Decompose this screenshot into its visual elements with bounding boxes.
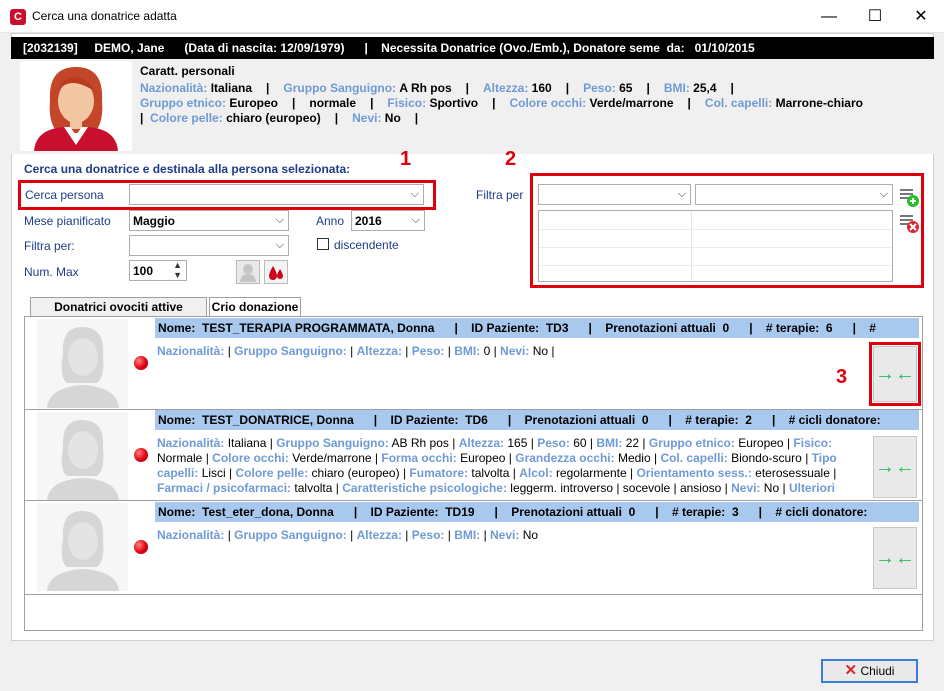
filter-list[interactable] (538, 210, 893, 282)
merge-arrows-icon: →← (875, 547, 915, 569)
annotation-3: 3 (836, 366, 848, 388)
row-divider (25, 594, 922, 595)
spin-up-icon[interactable]: ▲ (173, 260, 182, 270)
tab-crio-donazione[interactable]: Crio donazione (209, 297, 301, 317)
spin-down-icon[interactable]: ▼ (173, 270, 182, 280)
filtra-label: Filtra per: (24, 239, 75, 253)
chevron-down-icon: ⌵ (677, 188, 686, 200)
donor-row-1-details: Nazionalità: | Gruppo Sanguigno: | Altez… (157, 344, 555, 358)
anno-select[interactable]: 2016 ⌵ (351, 210, 425, 231)
chevron-down-icon: ⌵ (879, 188, 888, 200)
assign-donor-button-1[interactable]: →← (873, 346, 917, 402)
chevron-down-icon: ⌵ (275, 239, 284, 251)
donor-photo-2 (37, 412, 128, 500)
patient-header: [2032139] DEMO, Jane (Data di nascita: 1… (11, 37, 934, 59)
merge-arrows-icon: →← (875, 363, 915, 385)
personal-line-2: Gruppo etnico: Europeo | normale | Fisico: S… (140, 96, 863, 110)
nummax-spinner[interactable]: 100 ▲ ▼ (129, 260, 187, 281)
chevron-down-icon: ⌵ (411, 214, 420, 226)
chevron-down-icon: ⌵ (275, 214, 284, 226)
personal-line-3: | Colore pelle: chiaro (europeo) | Nevi: N… (140, 111, 419, 125)
person-button[interactable] (236, 260, 260, 284)
mese-label: Mese pianificato (24, 214, 111, 228)
blood-button[interactable] (264, 260, 288, 284)
x-icon: ✕ (844, 662, 858, 679)
donor-photo-3 (37, 503, 128, 591)
remove-filter-icon[interactable] (898, 212, 920, 234)
donor-row-3-header: Nome: Test_eter_dona, Donna | ID Pazient… (155, 502, 919, 522)
window-title: Cerca una donatrice adatta (32, 9, 177, 23)
app-icon: C (10, 9, 26, 25)
status-dot-1 (134, 356, 148, 370)
discendente-label: discendente (334, 238, 399, 252)
close-button[interactable]: ✕ Chiudi (821, 659, 918, 683)
donor-row-1-header: Nome: TEST_TERAPIA PROGRAMMATA, Donna | … (155, 318, 919, 338)
donor-row-2-header: Nome: TEST_DONATRICE, Donna | ID Pazient… (155, 410, 919, 430)
merge-arrows-icon: →← (875, 456, 915, 478)
cerca-persona-label: Cerca persona (25, 188, 104, 202)
anno-label: Anno (316, 214, 345, 228)
maximize-button[interactable]: ☐ (852, 0, 898, 33)
chevron-down-icon: ⌵ (410, 188, 419, 200)
status-dot-2 (134, 448, 148, 462)
status-dot-3 (134, 540, 148, 554)
person-icon (240, 264, 256, 282)
blood-drop-icon (269, 266, 283, 280)
personal-line-1: Nazionalità: Italiana | Gruppo Sanguigno: … (140, 81, 734, 95)
personal-title: Caratt. personali (140, 64, 235, 78)
filtra-per-label: Filtra per (476, 188, 524, 202)
donor-row-3-details: Nazionalità: | Gruppo Sanguigno: | Altez… (157, 528, 539, 542)
discendente-checkbox[interactable] (317, 238, 329, 250)
mese-select[interactable]: Maggio ⌵ (129, 210, 289, 231)
donor-photo-1 (37, 319, 128, 408)
close-window-button[interactable]: ✕ (898, 0, 944, 33)
tab-donatrici-ovociti[interactable]: Donatrici ovociti attive (30, 297, 207, 317)
assign-donor-button-3[interactable]: →← (873, 527, 917, 589)
annotation-2: 2 (505, 148, 517, 170)
filtra-select[interactable]: ⌵ (129, 235, 289, 256)
donor-row-2-details: Nazionalità: Italiana | Gruppo Sanguigno… (157, 436, 837, 495)
minimize-button[interactable]: — (806, 0, 852, 33)
row-divider (25, 500, 922, 501)
patient-avatar (20, 61, 132, 151)
nummax-label: Num. Max (24, 265, 79, 279)
add-filter-icon[interactable] (898, 186, 920, 208)
filter-value-select[interactable]: ⌵ (695, 184, 893, 205)
annotation-1: 1 (400, 148, 412, 170)
filter-field-select[interactable]: ⌵ (538, 184, 691, 205)
cerca-persona-combo[interactable]: ⌵ (129, 184, 424, 205)
assign-donor-button-2[interactable]: →← (873, 436, 917, 498)
search-section-title: Cerca una donatrice e destinala alla per… (24, 162, 351, 176)
